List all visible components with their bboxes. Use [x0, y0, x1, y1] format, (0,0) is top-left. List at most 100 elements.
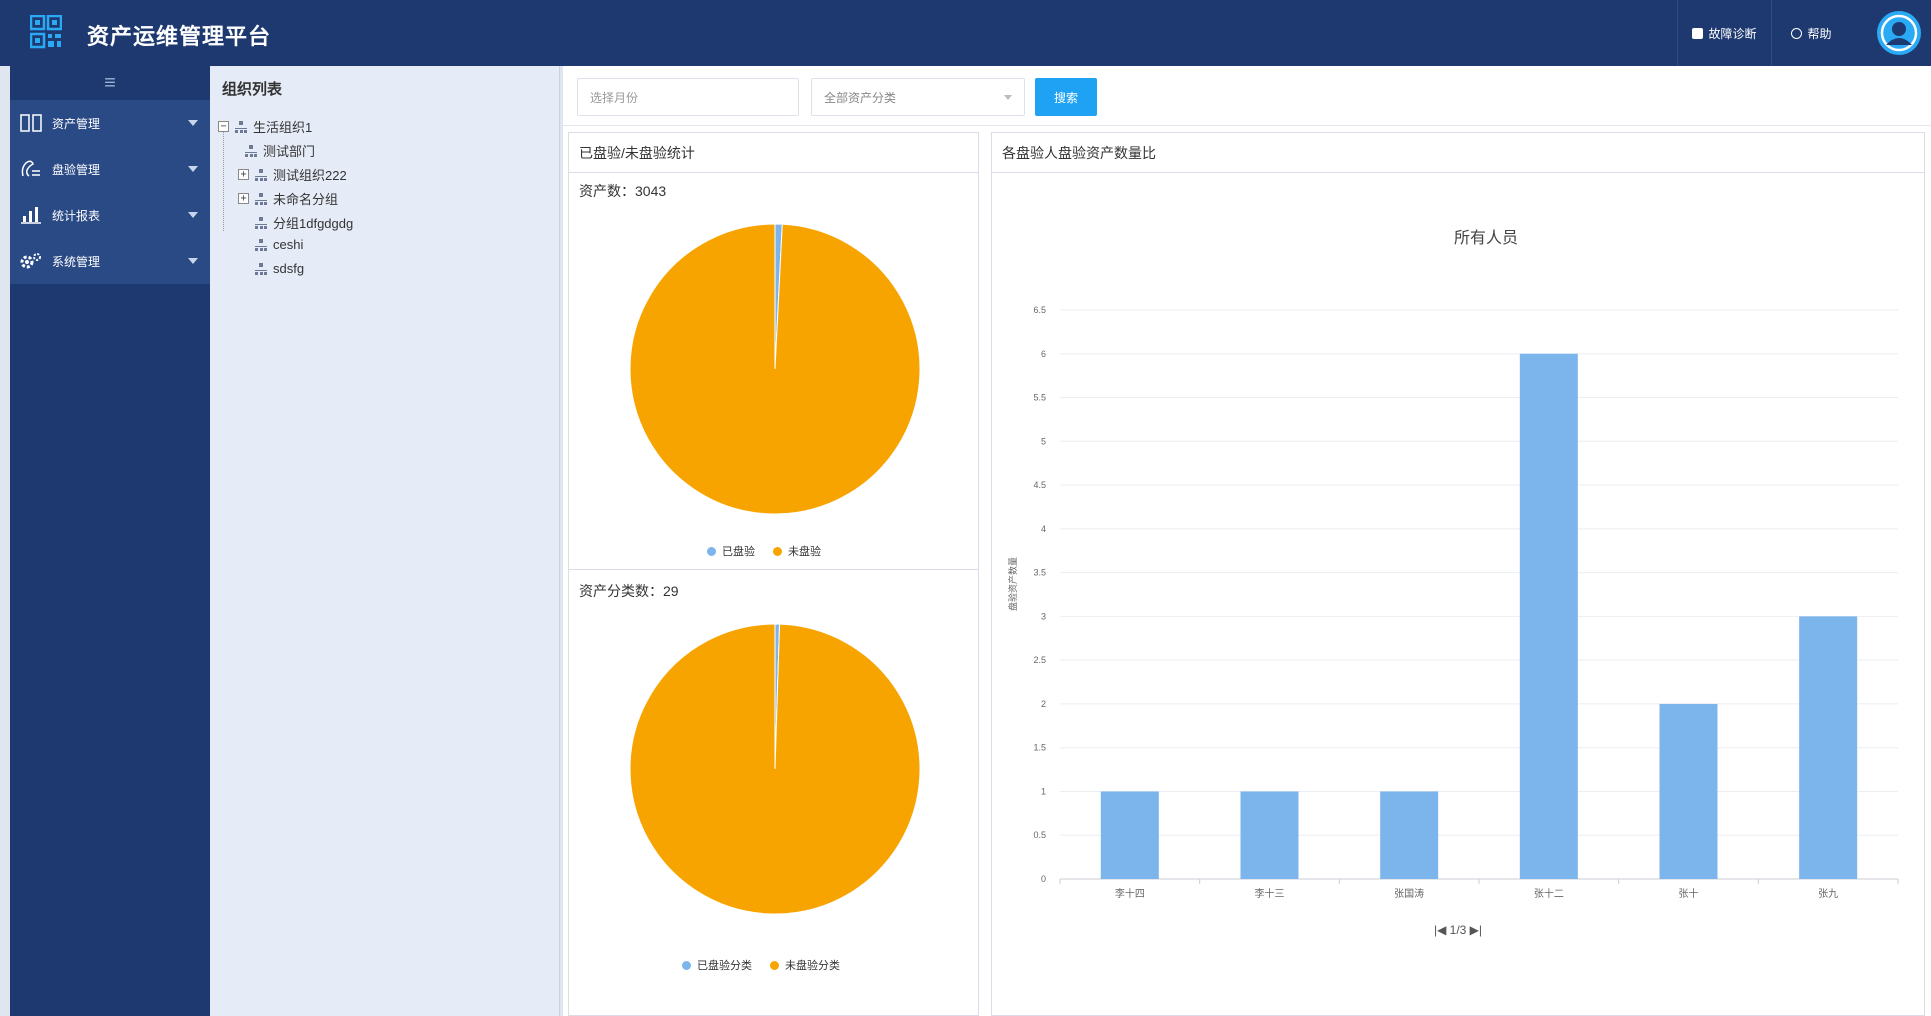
- pie-slice[interactable]: [629, 223, 921, 515]
- y-tick-label: 5: [1041, 436, 1046, 446]
- sidebar-item-check-management[interactable]: 盘验管理: [10, 146, 210, 192]
- y-tick-label: 3: [1041, 611, 1046, 621]
- y-tick-label: 3.5: [1033, 568, 1046, 578]
- top-header: 资产运维管理平台 故障诊断 帮助: [0, 0, 1931, 66]
- asset-category-select[interactable]: 全部资产分类: [811, 78, 1025, 116]
- y-tick-label: 6: [1041, 349, 1046, 359]
- tree-node-label: 测试组织222: [273, 168, 347, 183]
- legend-item[interactable]: 未盘验: [773, 543, 821, 559]
- legend-item[interactable]: 已盘验分类: [682, 957, 752, 973]
- asset-count-text: 资产数：3043: [579, 183, 667, 199]
- category-check-pie-chart: [629, 623, 921, 915]
- x-tick-label: 张九: [1818, 888, 1838, 900]
- y-tick-label: 0.5: [1033, 830, 1046, 840]
- y-tick-label: 6.5: [1033, 305, 1046, 315]
- sidebar-item-statistics[interactable]: 统计报表: [10, 192, 210, 238]
- chevron-down-icon: [188, 120, 198, 126]
- collapse-toggle[interactable]: −: [218, 121, 229, 132]
- legend-item[interactable]: 未盘验分类: [770, 957, 840, 973]
- tree-node[interactable]: + 测试组织222: [238, 165, 347, 184]
- help-icon: [1791, 27, 1803, 39]
- tree-node[interactable]: sdsfg: [254, 261, 304, 276]
- sidebar-toggle-button[interactable]: ≡: [10, 66, 210, 100]
- x-tick-label: 张十二: [1534, 887, 1564, 900]
- x-tick-label: 李十三: [1255, 887, 1285, 900]
- expand-toggle[interactable]: +: [238, 169, 249, 180]
- search-bar: 选择月份 全部资产分类 搜索: [563, 66, 1931, 126]
- panel-title: 已盘验/未盘验统计: [569, 133, 978, 173]
- legend-label: 未盘验: [788, 546, 821, 558]
- panel-divider: [569, 569, 978, 570]
- asset-check-pie-chart: [629, 223, 921, 515]
- chart-title: 所有人员: [1454, 229, 1518, 247]
- tree-node-label: 测试部门: [263, 144, 316, 159]
- legend-item[interactable]: 已盘验: [707, 543, 755, 559]
- expand-toggle[interactable]: +: [238, 193, 249, 204]
- tree-node-label: ceshi: [273, 237, 304, 252]
- fault-diagnosis-label: 故障诊断: [1708, 26, 1757, 41]
- x-tick-label: 张十: [1679, 887, 1699, 900]
- y-tick-label: 1.5: [1033, 743, 1046, 753]
- tree-node[interactable]: + 未命名分组: [238, 189, 338, 208]
- search-button[interactable]: 搜索: [1035, 78, 1097, 116]
- settings-icon: [20, 250, 42, 272]
- org-icon: [244, 144, 258, 157]
- y-tick-label: 2.5: [1033, 655, 1046, 665]
- chart-pager[interactable]: |◀ 1/3 ▶|: [992, 923, 1924, 937]
- panel-title: 各盘验人盘验资产数量比: [992, 133, 1924, 173]
- y-tick-label: 4: [1041, 524, 1046, 534]
- x-tick-label: 张国涛: [1394, 887, 1424, 900]
- tree-node[interactable]: − 生活组织1: [218, 117, 312, 136]
- legend-swatch: [770, 960, 779, 970]
- bar[interactable]: [1519, 353, 1578, 879]
- tree-node[interactable]: ceshi: [254, 237, 303, 252]
- y-tick-label: 0: [1041, 874, 1046, 884]
- tree-node[interactable]: 测试部门: [244, 141, 315, 160]
- app-title: 资产运维管理平台: [87, 24, 272, 49]
- diagnosis-icon: [1692, 27, 1704, 39]
- chevron-down-icon: [1004, 95, 1012, 100]
- legend-label: 已盘验分类: [697, 960, 752, 972]
- help-button[interactable]: 帮助: [1771, 0, 1851, 66]
- chevron-down-icon: [188, 258, 198, 264]
- legend-label: 未盘验分类: [785, 960, 840, 972]
- per-person-bar-chart: 所有人员 盘验资产数量 李十四 李十三 张国涛 张十二 张十 张九 0 0.5 1 1.5 2 2.…: [1007, 229, 1899, 900]
- category-count-text: 资产分类数：29: [579, 583, 679, 599]
- org-icon: [254, 216, 268, 229]
- sidebar-item-label: 系统管理: [52, 254, 101, 269]
- checked-stats-panel: 已盘验/未盘验统计 资产数：3043 已盘验 未盘验 资产分类数：29 已盘验分…: [568, 132, 979, 1016]
- help-label: 帮助: [1807, 26, 1832, 41]
- org-list-title: 组织列表: [222, 81, 283, 98]
- chevron-down-icon: [188, 212, 198, 218]
- y-tick-label: 5.5: [1033, 393, 1046, 403]
- tree-node-label: 生活组织1: [253, 120, 313, 135]
- y-tick-label: 4.5: [1033, 480, 1046, 490]
- sidebar-item-asset-management[interactable]: 资产管理: [10, 100, 210, 146]
- month-picker-input[interactable]: 选择月份: [577, 78, 799, 116]
- y-axis-label: 盘验资产数量: [1007, 557, 1018, 611]
- fault-diagnosis-button[interactable]: 故障诊断: [1677, 0, 1771, 66]
- tree-node-label: 未命名分组: [273, 192, 339, 207]
- bar[interactable]: [1240, 791, 1299, 879]
- bar[interactable]: [1380, 791, 1439, 879]
- tree-node-label: sdsfg: [273, 261, 305, 276]
- org-icon: [254, 238, 268, 251]
- y-tick-label: 1: [1041, 786, 1046, 796]
- pie-slice[interactable]: [629, 623, 921, 915]
- tree-connector: [223, 121, 224, 231]
- tree-node[interactable]: 分组1dfgdgdg: [254, 213, 353, 232]
- sidebar-item-system[interactable]: 系统管理: [10, 238, 210, 284]
- user-avatar[interactable]: [1877, 11, 1921, 55]
- bar[interactable]: [1799, 616, 1858, 879]
- legend-swatch: [773, 546, 782, 556]
- org-icon: [254, 168, 268, 181]
- sidebar-item-label: 资产管理: [52, 116, 101, 131]
- qr-logo-icon: [29, 14, 63, 49]
- bar[interactable]: [1100, 791, 1159, 879]
- legend-swatch: [682, 960, 691, 970]
- bar[interactable]: [1659, 703, 1718, 879]
- chevron-down-icon: [188, 166, 198, 172]
- sidebar-item-label: 盘验管理: [52, 162, 101, 177]
- org-list-panel: 组织列表 − 生活组织1 测试部门 + 测试组织222 + 未命名分组 分组1d…: [210, 66, 560, 1016]
- pie-legend: 已盘验分类 未盘验分类: [682, 957, 840, 973]
